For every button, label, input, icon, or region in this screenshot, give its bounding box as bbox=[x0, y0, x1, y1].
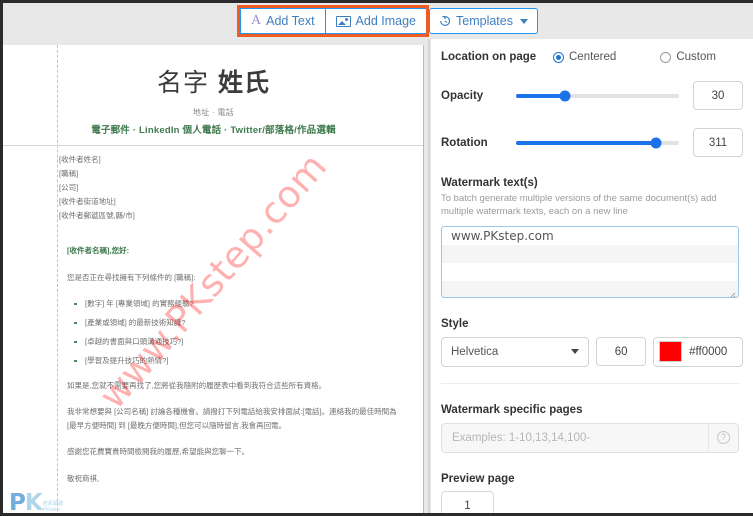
list-item: [產業或領域] 的最新技術知識? bbox=[74, 317, 407, 329]
section-divider bbox=[441, 382, 739, 384]
preview-page-input[interactable]: 1 bbox=[441, 490, 494, 513]
radio-option-centered[interactable]: Centered bbox=[553, 51, 616, 63]
color-picker-button[interactable]: #ff0000 bbox=[653, 336, 743, 367]
logo-sub-line-1: 痞凱踏踏 bbox=[42, 500, 64, 507]
document-header: 名字 姓氏 地址 · 電話 電子郵件 · LinkedIn 個人電話 · Twi… bbox=[3, 68, 423, 136]
radio-custom-icon[interactable] bbox=[660, 51, 672, 63]
radio-option-custom[interactable]: Custom bbox=[660, 51, 716, 63]
app-window: A Add Text Add Image Templates 名字 姓氏 地址 … bbox=[0, 0, 753, 516]
rotation-slider[interactable] bbox=[516, 136, 679, 150]
paragraph-3: 我非常想要與 [公司名稱] 討論各種機會。請撥打下列電話給我安排面試:[電話]。… bbox=[67, 406, 397, 430]
intro-paragraph: 您是否正在尋找擁有下列條件的 [職稱]: bbox=[67, 273, 196, 283]
address-line: [收件者姓名] bbox=[59, 155, 101, 164]
document-body: [收件者姓名] [職稱] [公司] [收件者街道地址] [收件者郵遞區號,縣/市… bbox=[59, 153, 407, 485]
list-item: [學習及提升技巧的熱情?] bbox=[74, 355, 407, 367]
rotation-slider-handle[interactable] bbox=[650, 137, 662, 148]
document-name: 名字 姓氏 bbox=[3, 68, 423, 98]
color-hex-value: #ff0000 bbox=[689, 345, 728, 358]
address-line: [公司] bbox=[59, 182, 79, 192]
font-family-select[interactable]: Helvetica bbox=[441, 336, 590, 367]
document-contact-line-2: 電子郵件 · LinkedIn 個人電話 · Twitter/部落格/作品選輯 bbox=[91, 124, 336, 136]
help-question-icon[interactable]: ? bbox=[708, 422, 738, 453]
specific-pages-label: Watermark specific pages bbox=[441, 403, 583, 416]
image-icon bbox=[335, 15, 351, 27]
templates-dropdown-button[interactable]: Templates bbox=[429, 8, 538, 34]
recipient-address-block: [收件者姓名] [職稱] [公司] [收件者街道地址] [收件者郵遞區號,縣/市… bbox=[59, 153, 407, 222]
font-family-value: Helvetica bbox=[451, 345, 499, 358]
rotation-label: Rotation bbox=[441, 136, 488, 149]
location-on-page-row: Location on page Centered Custom bbox=[441, 51, 743, 63]
resize-handle-icon[interactable] bbox=[727, 287, 736, 297]
text-a-icon: A bbox=[251, 13, 262, 28]
opacity-value-input[interactable]: 30 bbox=[693, 81, 743, 110]
templates-label: Templates bbox=[456, 14, 513, 28]
rotation-row: Rotation 311 bbox=[441, 128, 743, 157]
specific-pages-input[interactable]: Examples: 1-10,13,14,100- ? bbox=[441, 422, 739, 453]
logo-subtitle: 痞凱踏踏 PKstep bbox=[43, 501, 64, 514]
address-line: [職稱] bbox=[59, 168, 79, 178]
add-image-label: Add Image bbox=[355, 14, 417, 28]
toolbar-button-group: A Add Text Add Image Templates bbox=[236, 5, 538, 37]
paragraph-2: 如果是,您就不需要再找了,您將從我隨附的履歷表中看到我符合這些所有資格。 bbox=[67, 380, 327, 390]
salutation: [收件者名稱],您好: bbox=[67, 246, 130, 256]
rotation-slider-fill bbox=[516, 140, 657, 145]
opacity-slider-handle[interactable] bbox=[559, 90, 571, 101]
document-page: 名字 姓氏 地址 · 電話 電子郵件 · LinkedIn 個人電話 · Twi… bbox=[3, 45, 424, 516]
watermark-texts-input[interactable]: www.PKstep.com bbox=[441, 225, 739, 298]
logo-sub-line-2: PKstep bbox=[42, 506, 61, 513]
add-image-button[interactable]: Add Image bbox=[324, 8, 427, 34]
document-preview-area[interactable]: 名字 姓氏 地址 · 電話 電子郵件 · LinkedIn 個人電話 · Twi… bbox=[3, 39, 428, 516]
add-text-button[interactable]: A Add Text bbox=[240, 8, 325, 34]
radio-centered-icon[interactable] bbox=[553, 51, 564, 63]
signature-closing: 敬祝商祺, bbox=[67, 473, 100, 483]
logo-pk-text: PK bbox=[9, 490, 43, 516]
list-item: [卓越的書面與口頭溝通技巧?] bbox=[74, 336, 407, 348]
history-clock-icon bbox=[439, 15, 451, 27]
opacity-label: Opacity bbox=[441, 89, 484, 102]
list-item: [數字] 年 [專業領域] 的實務經驗? bbox=[74, 298, 407, 310]
paragraph-4: 感謝您花費寶貴時間檢閱我的履歷,希望能與您聊一下。 bbox=[67, 447, 250, 457]
specific-pages-placeholder: Examples: 1-10,13,14,100- bbox=[452, 431, 591, 444]
watermark-texts-value: www.PKstep.com bbox=[451, 228, 554, 243]
document-last-name: 姓氏 bbox=[217, 68, 270, 97]
font-size-input[interactable]: 60 bbox=[596, 337, 647, 367]
document-contact-line-1: 地址 · 電話 bbox=[192, 107, 235, 117]
location-label: Location on page bbox=[441, 51, 537, 63]
header-divider bbox=[3, 145, 423, 146]
top-toolbar: A Add Text Add Image Templates bbox=[3, 3, 753, 39]
style-controls-row: Helvetica 60 #ff0000 bbox=[441, 336, 743, 367]
qualification-bullet-list: [數字] 年 [專業領域] 的實務經驗? [產業或領域] 的最新技術知識? [卓… bbox=[59, 298, 407, 367]
radio-centered-label: Centered bbox=[569, 51, 617, 63]
add-text-label: Add Text bbox=[266, 14, 315, 28]
document-first-name: 名字 bbox=[157, 68, 210, 97]
watermark-texts-label: Watermark text(s) bbox=[441, 177, 538, 189]
address-line: [收件者街道地址] bbox=[59, 196, 116, 206]
address-line: [收件者郵遞區號,縣/市] bbox=[59, 210, 135, 220]
rotation-value-input[interactable]: 311 bbox=[693, 128, 743, 157]
question-mark-icon: ? bbox=[717, 431, 730, 445]
opacity-row: Opacity 30 bbox=[441, 81, 743, 110]
style-label: Style bbox=[441, 317, 469, 330]
chevron-down-icon bbox=[571, 349, 580, 355]
opacity-slider[interactable] bbox=[516, 89, 679, 103]
color-swatch bbox=[659, 341, 683, 363]
chevron-down-icon bbox=[520, 18, 528, 24]
watermark-texts-description: To batch generate multiple versions of t… bbox=[441, 193, 717, 217]
watermark-settings-panel: Location on page Centered Custom Opacity… bbox=[431, 39, 753, 513]
radio-custom-label: Custom bbox=[676, 51, 716, 63]
opacity-slider-fill bbox=[516, 93, 565, 98]
preview-page-label: Preview page bbox=[441, 472, 515, 485]
pkstep-logo-watermark: PK 痞凱踏踏 PKstep bbox=[9, 490, 64, 516]
add-controls-highlight: A Add Text Add Image bbox=[236, 5, 430, 37]
